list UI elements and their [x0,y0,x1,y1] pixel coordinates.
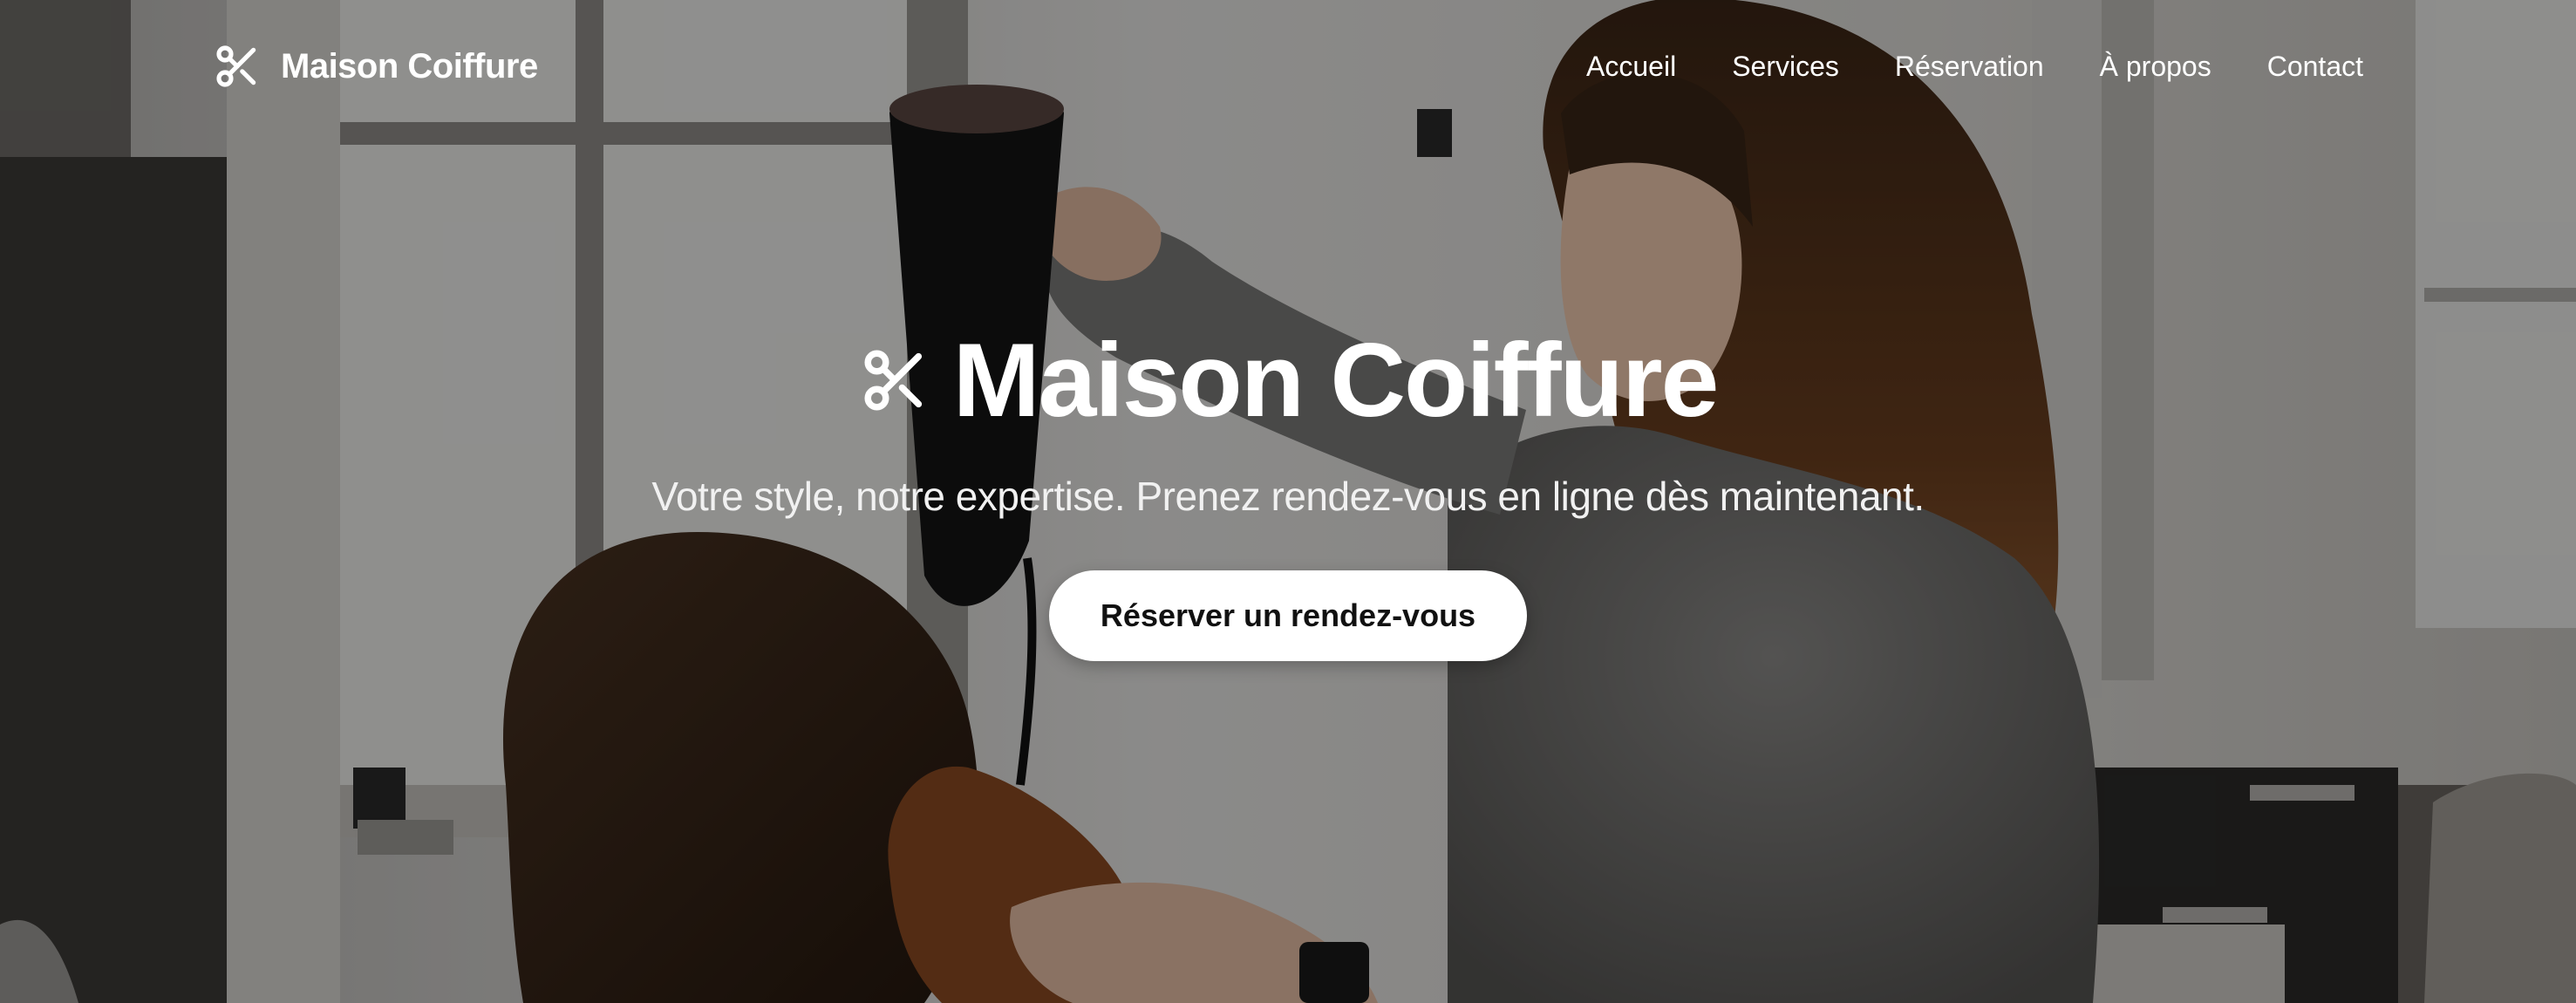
top-navigation: Maison Coiffure Accueil Services Réserva… [0,0,2576,133]
book-appointment-button[interactable]: Réserver un rendez-vous [1049,570,1527,661]
nav-link-accueil[interactable]: Accueil [1586,51,1676,82]
brand-logo-link[interactable]: Maison Coiffure [213,42,538,91]
nav-link-a-propos[interactable]: À propos [2100,51,2211,82]
hero-subtitle: Votre style, notre expertise. Prenez ren… [651,474,1925,519]
nav-item-reservation: Réservation [1895,51,2044,83]
nav-link-reservation[interactable]: Réservation [1895,51,2044,82]
nav-link-services[interactable]: Services [1732,51,1839,82]
hero-title: Maison Coiffure [859,322,1720,439]
nav-item-a-propos: À propos [2100,51,2211,83]
hero-section: Maison Coiffure Accueil Services Réserva… [0,0,2576,1003]
nav-link-contact[interactable]: Contact [2267,51,2363,82]
nav-item-contact: Contact [2267,51,2363,83]
brand-name: Maison Coiffure [281,46,538,85]
hero-content: Maison Coiffure Votre style, notre exper… [0,323,2576,661]
nav-item-services: Services [1732,51,1839,83]
nav-item-accueil: Accueil [1586,51,1676,83]
hero-title-text: Maison Coiffure [952,322,1720,439]
scissors-icon [213,42,262,91]
nav-links: Accueil Services Réservation À propos Co… [1586,51,2363,83]
scissors-icon [859,345,930,416]
